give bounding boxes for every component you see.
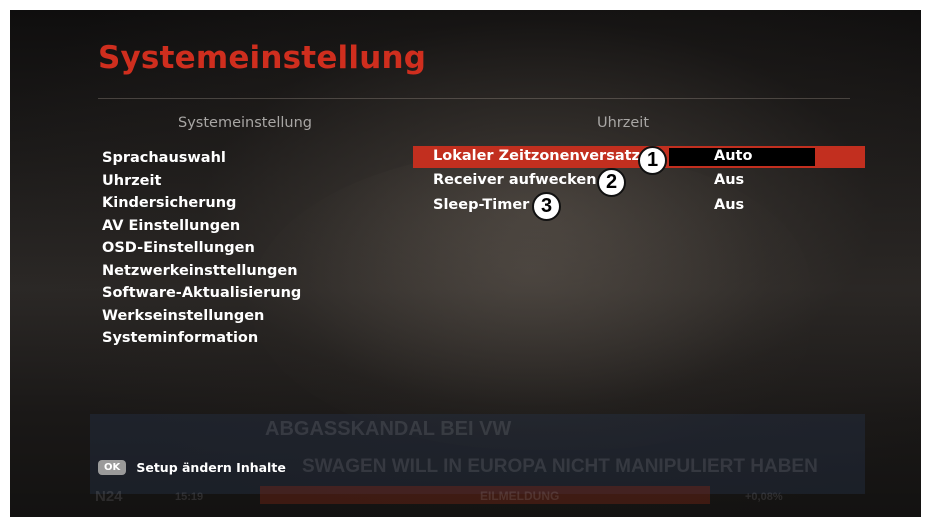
menu-item-uhrzeit[interactable]: Uhrzeit	[102, 171, 301, 194]
right-column-heading: Uhrzeit	[597, 115, 650, 131]
footer-hint: OK Setup ändern Inhalte	[98, 457, 286, 476]
menu-item-systeminformation[interactable]: Systeminformation	[102, 328, 301, 351]
menu-item-software-aktualisierung[interactable]: Software-Aktualisierung	[102, 283, 301, 306]
menu-item-av-einstellungen[interactable]: AV Einstellungen	[102, 216, 301, 239]
setting-label: Sleep-Timer	[433, 197, 530, 213]
callout-badge-1: 1	[638, 146, 667, 175]
menu-item-werkseinstellungen[interactable]: Werkseinstellungen	[102, 306, 301, 329]
callout-badge-2: 2	[597, 168, 626, 197]
page-title: Systemeinstellung	[98, 40, 427, 76]
background-headline: ABGASSKANDAL BEI VW	[265, 418, 512, 440]
background-ticker-text: EILMELDUNG	[480, 489, 560, 503]
setting-value[interactable]: Auto	[714, 146, 752, 167]
background-percent: +0,08%	[745, 491, 783, 503]
setting-label: Receiver aufwecken	[433, 172, 597, 188]
footer-hint-text: Setup ändern Inhalte	[136, 460, 286, 475]
setting-value[interactable]: Aus	[714, 195, 744, 216]
setting-value[interactable]: Aus	[714, 170, 744, 191]
background-time: 15:19	[175, 491, 204, 503]
callout-badge-3: 3	[532, 192, 561, 221]
ok-key-icon[interactable]: OK	[98, 460, 127, 475]
menu-item-netzwerk[interactable]: Netzwerkeinsttellungen	[102, 261, 301, 284]
menu-item-osd-einstellungen[interactable]: OSD-Einstellungen	[102, 238, 301, 261]
left-column-heading: Systemeinstellung	[178, 115, 313, 131]
setting-row-receiver-aufwecken[interactable]: Receiver aufwecken Aus	[413, 170, 865, 192]
setting-label: Lokaler Zeitzonenversatz	[433, 148, 640, 164]
title-divider	[98, 98, 850, 99]
menu-item-kindersicherung[interactable]: Kindersicherung	[102, 193, 301, 216]
background-subline: SWAGEN WILL IN EUROPA NICHT MANIPULIERT …	[302, 456, 818, 477]
settings-menu: Sprachauswahl Uhrzeit Kindersicherung AV…	[102, 148, 301, 351]
setting-row-sleep-timer[interactable]: Sleep-Timer Aus	[413, 195, 865, 217]
background-channel-logo: N24	[95, 488, 123, 505]
menu-item-sprachauswahl[interactable]: Sprachauswahl	[102, 148, 301, 171]
